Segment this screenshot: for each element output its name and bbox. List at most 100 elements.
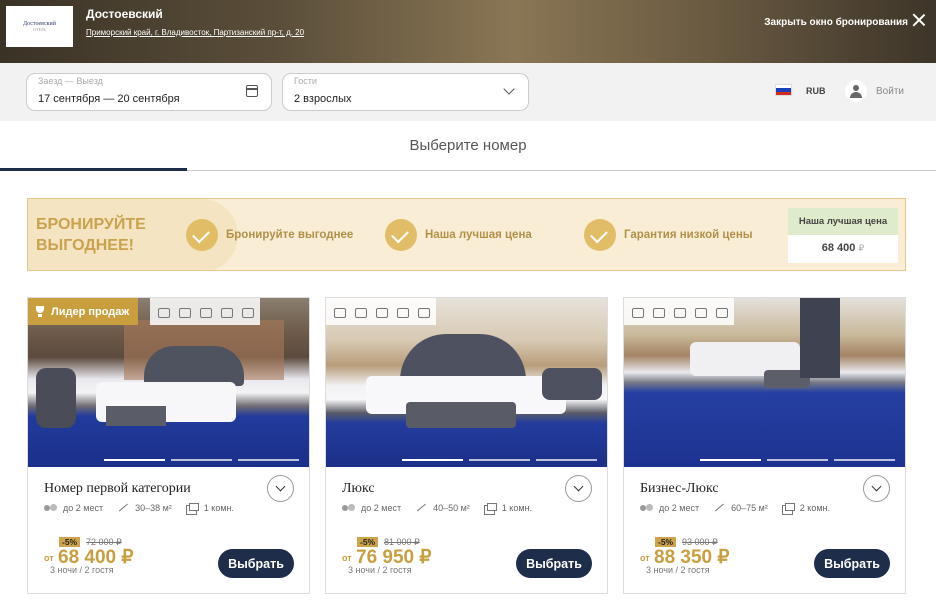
dates-value: 17 сентября — 20 сентября: [38, 93, 180, 105]
rooms-feature: 2 комн.: [781, 503, 830, 515]
tv-icon: [177, 305, 191, 319]
guests-icon: [44, 503, 58, 513]
price-from: от: [342, 553, 352, 563]
room-card: Люкс до 2 мест 40–50 м² 1 комн. -5% 81 0…: [325, 297, 608, 594]
shower-icon: [219, 305, 233, 319]
hairdryer-icon: [156, 305, 170, 319]
area-icon: [414, 503, 428, 513]
close-booking-link[interactable]: Закрыть окно бронирования: [764, 17, 908, 28]
calendar-icon[interactable]: [246, 85, 258, 97]
best-price-box: Наша лучшая цена 68 400 ₽: [788, 208, 898, 263]
amenities-bar: [624, 298, 734, 325]
tab-select-room[interactable]: Выберите номер: [0, 137, 936, 154]
room-name[interactable]: Бизнес-Люкс: [640, 481, 719, 497]
best-price-title: Наша лучшая цена: [788, 208, 898, 235]
area-icon: [116, 503, 130, 513]
select-room-button[interactable]: Выбрать: [218, 549, 294, 578]
capacity-feature: до 2 мест: [640, 503, 699, 513]
price-from: от: [44, 553, 54, 563]
hotel-logo[interactable]: Достоевский ОТЕЛЬ: [6, 6, 73, 47]
guests-value: 2 взрослых: [294, 93, 352, 105]
tv-icon: [651, 305, 665, 319]
rooms-feature: 1 комн.: [483, 503, 532, 515]
photo-pagination: [700, 459, 895, 461]
step-tabs: Выберите номер: [0, 121, 936, 171]
tab-progress-indicator: [0, 168, 187, 171]
area-feature: 60–75 м²: [712, 503, 768, 513]
desk-icon: [693, 305, 707, 319]
hairdryer-icon: [630, 305, 644, 319]
photo-pagination: [402, 459, 597, 461]
room-features: до 2 мест 40–50 м² 1 комн.: [342, 503, 532, 515]
desk-icon: [198, 305, 212, 319]
close-icon[interactable]: [912, 13, 926, 27]
trophy-icon: [34, 306, 46, 317]
hotel-header: Достоевский ОТЕЛЬ Достоевский Приморский…: [0, 0, 936, 63]
chevron-down-icon[interactable]: [503, 83, 515, 95]
stay-summary: 3 ночи / 2 гостя: [348, 565, 412, 575]
chevron-down-icon[interactable]: [565, 475, 592, 502]
russia-flag-icon[interactable]: [775, 84, 792, 96]
dates-label: Заезд — Выезд: [38, 76, 103, 86]
amenities-bar: [326, 298, 436, 325]
select-room-button[interactable]: Выбрать: [814, 549, 890, 578]
desk-icon: [395, 305, 409, 319]
check-icon: [385, 219, 417, 251]
promo-title: БРОНИРУЙТЕ ВЫГОДНЕЕ!: [36, 216, 146, 254]
rooms-icon: [781, 503, 795, 515]
promo-item: Наша лучшая цена: [385, 219, 575, 251]
room-name[interactable]: Номер первой категории: [44, 481, 191, 497]
photo-pagination: [104, 459, 299, 461]
chevron-down-icon[interactable]: [267, 475, 294, 502]
room-card: Лидер продаж Номер первой категории до 2…: [27, 297, 310, 594]
best-price-value: 68 400 ₽: [821, 242, 865, 254]
dates-field[interactable]: Заезд — Выезд 17 сентября — 20 сентября: [26, 73, 272, 111]
iron-icon: [374, 305, 388, 319]
guests-field[interactable]: Гости 2 взрослых: [282, 73, 529, 111]
tv-icon: [353, 305, 367, 319]
promo-item-text: Наша лучшая цена: [425, 229, 532, 241]
check-icon: [186, 219, 218, 251]
amenities-bar: [150, 298, 260, 325]
area-icon: [712, 503, 726, 513]
room-photo[interactable]: [326, 298, 607, 467]
hotel-address-link[interactable]: Приморский край, г. Владивосток, Партиза…: [86, 28, 304, 37]
guests-icon: [342, 503, 356, 513]
chevron-down-icon[interactable]: [863, 475, 890, 502]
stay-summary: 3 ночи / 2 гостя: [50, 565, 114, 575]
bestseller-badge: Лидер продаж: [28, 298, 139, 325]
guests-label: Гости: [294, 76, 317, 86]
user-icon[interactable]: [845, 80, 867, 102]
stay-summary: 3 ночи / 2 гостя: [646, 565, 710, 575]
select-room-button[interactable]: Выбрать: [516, 549, 592, 578]
room-features: до 2 мест 60–75 м² 2 комн.: [640, 503, 830, 515]
login-link[interactable]: Войти: [876, 86, 904, 97]
promo-item-text: Гарантия низкой цены: [624, 229, 753, 241]
promo-item: Гарантия низкой цены: [584, 219, 774, 251]
toiletries-icon: [416, 305, 430, 319]
price-from: от: [640, 553, 650, 563]
area-feature: 40–50 м²: [414, 503, 470, 513]
room-photo[interactable]: Лидер продаж: [28, 298, 309, 467]
toiletries-icon: [714, 305, 728, 319]
room-features: до 2 мест 30–38 м² 1 комн.: [44, 503, 234, 515]
rooms-feature: 1 комн.: [185, 503, 234, 515]
toiletries-icon: [240, 305, 254, 319]
guests-icon: [640, 503, 654, 513]
currency-selector[interactable]: RUB: [806, 86, 826, 96]
promo-banner: БРОНИРУЙТЕ ВЫГОДНЕЕ! Бронируйте выгоднее…: [27, 198, 906, 271]
promo-item-text: Бронируйте выгоднее: [226, 229, 354, 241]
room-name[interactable]: Люкс: [342, 481, 375, 497]
rooms-icon: [483, 503, 497, 515]
spa-icon: [672, 305, 686, 319]
logo-subtext: ОТЕЛЬ: [33, 27, 46, 32]
capacity-feature: до 2 мест: [44, 503, 103, 513]
capacity-feature: до 2 мест: [342, 503, 401, 513]
check-icon: [584, 219, 616, 251]
room-photo[interactable]: [624, 298, 905, 467]
room-card: Бизнес-Люкс до 2 мест 60–75 м² 2 комн. -…: [623, 297, 906, 594]
search-bar: Заезд — Выезд 17 сентября — 20 сентября …: [0, 63, 936, 121]
hotel-name: Достоевский: [86, 7, 163, 21]
hairdryer-icon: [332, 305, 346, 319]
area-feature: 30–38 м²: [116, 503, 172, 513]
